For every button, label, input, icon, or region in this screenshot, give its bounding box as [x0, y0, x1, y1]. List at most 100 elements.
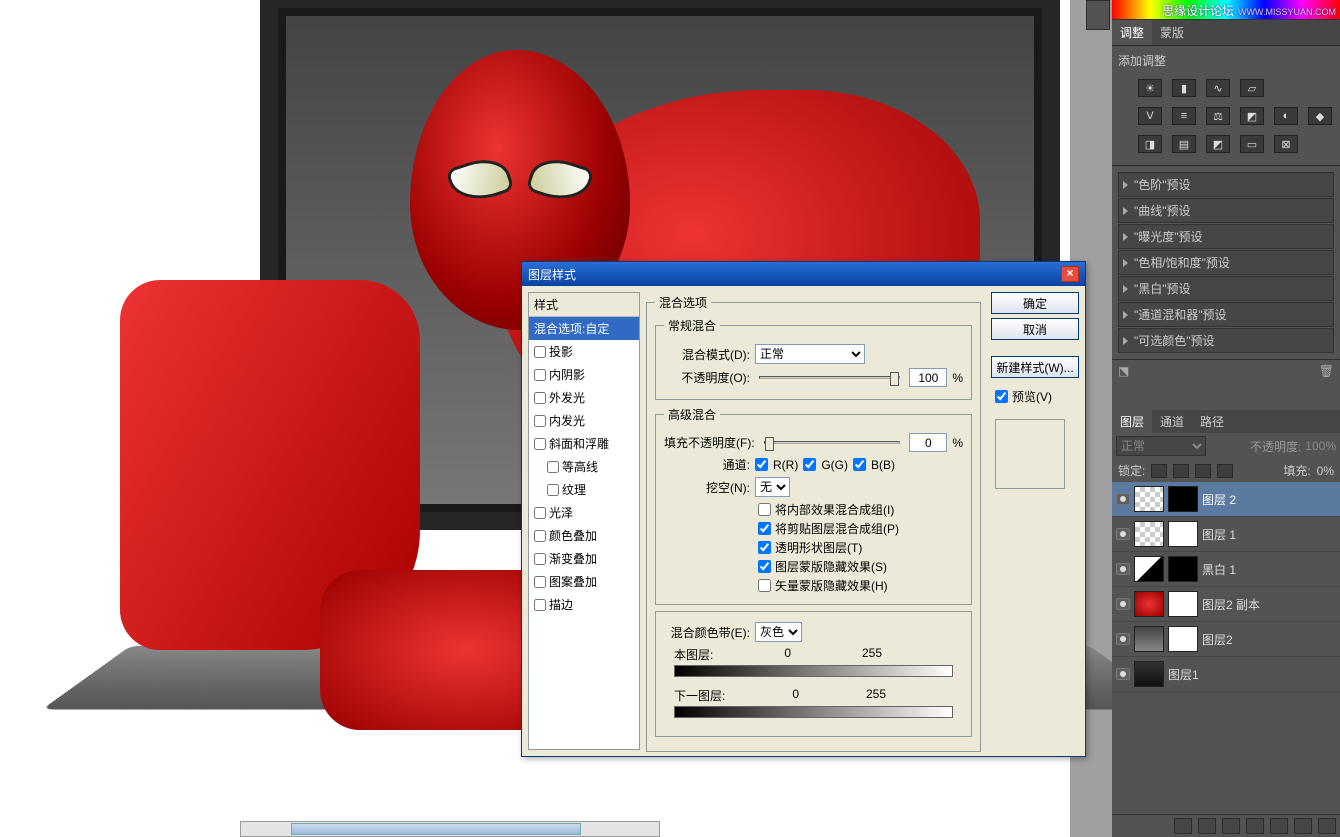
- trash-icon[interactable]: 🗑: [1319, 364, 1334, 378]
- curves-icon[interactable]: ∿: [1206, 79, 1230, 97]
- style-item[interactable]: 纹理: [529, 478, 639, 501]
- fill-opacity-slider[interactable]: [764, 441, 901, 444]
- fill-opacity-input[interactable]: [909, 433, 947, 452]
- delete-icon[interactable]: [1318, 818, 1336, 834]
- adv-check[interactable]: [758, 522, 771, 535]
- visibility-icon[interactable]: [1116, 668, 1130, 680]
- style-check[interactable]: [534, 599, 546, 611]
- style-item[interactable]: 光泽: [529, 501, 639, 524]
- gradient-map-icon[interactable]: ▭: [1240, 135, 1264, 153]
- style-item[interactable]: 外发光: [529, 386, 639, 409]
- adv-check[interactable]: [758, 541, 771, 554]
- visibility-icon[interactable]: [1116, 563, 1130, 575]
- layer-row[interactable]: 图层 1: [1112, 517, 1340, 552]
- tab-layers[interactable]: 图层: [1112, 410, 1152, 433]
- selective-icon[interactable]: ⊠: [1274, 135, 1298, 153]
- layer-row[interactable]: 图层2: [1112, 622, 1340, 657]
- tab-masks[interactable]: 蒙版: [1152, 20, 1192, 45]
- ok-button[interactable]: 确定: [991, 292, 1079, 314]
- lock-transparent-icon[interactable]: [1151, 464, 1167, 478]
- style-check[interactable]: [547, 461, 559, 473]
- lock-position-icon[interactable]: [1195, 464, 1211, 478]
- blendif-select[interactable]: 灰色: [755, 622, 802, 642]
- preview-check[interactable]: [995, 390, 1008, 403]
- style-check[interactable]: [534, 438, 546, 450]
- adv-check[interactable]: [758, 579, 771, 592]
- new-layer-icon[interactable]: [1294, 818, 1312, 834]
- photo-filter-icon[interactable]: ◐: [1274, 107, 1298, 125]
- style-check[interactable]: [534, 530, 546, 542]
- preset-row[interactable]: "曲线"预设: [1118, 198, 1334, 223]
- style-item[interactable]: 斜面和浮雕: [529, 432, 639, 455]
- preset-row[interactable]: "色相/饱和度"预设: [1118, 250, 1334, 275]
- mask-icon[interactable]: [1222, 818, 1240, 834]
- expand-icon[interactable]: ⬔: [1118, 364, 1129, 378]
- balance-icon[interactable]: ⚖: [1206, 107, 1230, 125]
- posterize-icon[interactable]: ▤: [1172, 135, 1196, 153]
- style-item[interactable]: 等高线: [529, 455, 639, 478]
- vibrance-icon[interactable]: V: [1138, 107, 1162, 125]
- layer-row[interactable]: 图层1: [1112, 657, 1340, 692]
- channel-mixer-icon[interactable]: ◆: [1308, 107, 1332, 125]
- opacity-slider[interactable]: [759, 376, 900, 379]
- invert-icon[interactable]: ◨: [1138, 135, 1162, 153]
- horizontal-scrollbar[interactable]: [240, 821, 660, 837]
- style-check[interactable]: [534, 369, 546, 381]
- under-layer-band[interactable]: [674, 706, 953, 718]
- link-icon[interactable]: [1174, 818, 1192, 834]
- bw-icon[interactable]: ◩: [1240, 107, 1264, 125]
- visibility-icon[interactable]: [1116, 598, 1130, 610]
- huesat-icon[interactable]: ≡: [1172, 107, 1196, 125]
- style-item[interactable]: 混合选项:自定: [529, 317, 639, 340]
- adjustment-icon[interactable]: [1246, 818, 1264, 834]
- threshold-icon[interactable]: ◩: [1206, 135, 1230, 153]
- tab-adjustments[interactable]: 调整: [1112, 20, 1152, 45]
- blend-mode-select[interactable]: 正常: [755, 344, 865, 364]
- close-icon[interactable]: ×: [1061, 266, 1079, 282]
- style-check[interactable]: [534, 553, 546, 565]
- visibility-icon[interactable]: [1116, 528, 1130, 540]
- lock-image-icon[interactable]: [1173, 464, 1189, 478]
- style-check[interactable]: [534, 507, 546, 519]
- style-item[interactable]: 内阴影: [529, 363, 639, 386]
- style-check[interactable]: [534, 392, 546, 404]
- new-style-button[interactable]: 新建样式(W)...: [991, 356, 1079, 378]
- this-layer-band[interactable]: [674, 665, 953, 677]
- style-check[interactable]: [547, 484, 559, 496]
- layer-row[interactable]: 黑白 1: [1112, 552, 1340, 587]
- style-check[interactable]: [534, 346, 546, 358]
- fx-icon[interactable]: [1198, 818, 1216, 834]
- levels-icon[interactable]: ▮: [1172, 79, 1196, 97]
- adv-check[interactable]: [758, 503, 771, 516]
- cancel-button[interactable]: 取消: [991, 318, 1079, 340]
- style-item[interactable]: 图案叠加: [529, 570, 639, 593]
- style-item[interactable]: 投影: [529, 340, 639, 363]
- style-check[interactable]: [534, 576, 546, 588]
- preset-row[interactable]: "可选颜色"预设: [1118, 328, 1334, 353]
- dialog-titlebar[interactable]: 图层样式 ×: [522, 262, 1085, 286]
- exposure-icon[interactable]: ▱: [1240, 79, 1264, 97]
- style-item[interactable]: 内发光: [529, 409, 639, 432]
- visibility-icon[interactable]: [1116, 493, 1130, 505]
- opacity-input[interactable]: [909, 368, 947, 387]
- brightness-icon[interactable]: ☀: [1138, 79, 1162, 97]
- visibility-icon[interactable]: [1116, 633, 1130, 645]
- group-icon[interactable]: [1270, 818, 1288, 834]
- layer-row[interactable]: 图层2 副本: [1112, 587, 1340, 622]
- knockout-select[interactable]: 无: [755, 477, 790, 497]
- dock-tab-icon[interactable]: [1086, 0, 1110, 30]
- tab-paths[interactable]: 路径: [1192, 410, 1232, 433]
- lock-all-icon[interactable]: [1217, 464, 1233, 478]
- preset-row[interactable]: "色阶"预设: [1118, 172, 1334, 197]
- style-item[interactable]: 颜色叠加: [529, 524, 639, 547]
- adv-check[interactable]: [758, 560, 771, 573]
- preset-row[interactable]: "通道混和器"预设: [1118, 302, 1334, 327]
- channel-b-check[interactable]: [853, 458, 866, 471]
- style-check[interactable]: [534, 415, 546, 427]
- add-adjustment-link[interactable]: 添加调整: [1118, 52, 1334, 69]
- layer-row[interactable]: 图层 2: [1112, 482, 1340, 517]
- preset-row[interactable]: "黑白"预设: [1118, 276, 1334, 301]
- style-item[interactable]: 渐变叠加: [529, 547, 639, 570]
- style-item[interactable]: 描边: [529, 593, 639, 616]
- channel-g-check[interactable]: [803, 458, 816, 471]
